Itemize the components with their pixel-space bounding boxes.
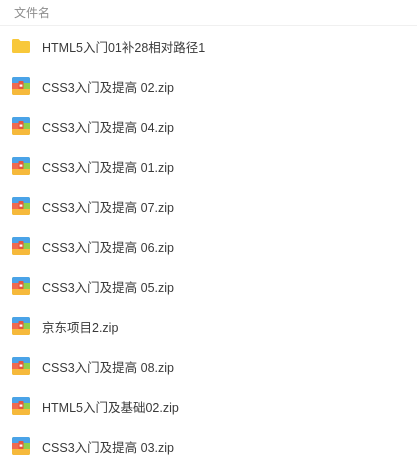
file-name: HTML5入门01补28相对路径1 (42, 40, 206, 55)
column-header-name[interactable]: 文件名 (0, 0, 417, 26)
file-row[interactable]: CSS3入门及提高 02.zip (0, 66, 417, 106)
file-name: CSS3入门及提高 01.zip (42, 160, 174, 175)
folder-icon (11, 36, 31, 56)
zip-archive-icon (11, 196, 31, 216)
zip-archive-icon (11, 356, 31, 376)
file-row[interactable]: CSS3入门及提高 05.zip (0, 266, 417, 306)
file-row[interactable]: CSS3入门及提高 08.zip (0, 346, 417, 386)
zip-archive-icon (11, 76, 31, 96)
zip-archive-icon (11, 316, 31, 336)
zip-archive-icon (11, 436, 31, 456)
zip-archive-icon (11, 276, 31, 296)
file-row[interactable]: CSS3入门及提高 03.zip (0, 426, 417, 466)
file-name: HTML5入门及基础02.zip (42, 400, 179, 415)
zip-archive-icon (11, 396, 31, 416)
zip-archive-icon (11, 156, 31, 176)
file-name: CSS3入门及提高 05.zip (42, 280, 174, 295)
column-header-label: 文件名 (14, 6, 51, 20)
zip-archive-icon (11, 116, 31, 136)
file-name: CSS3入门及提高 02.zip (42, 80, 174, 95)
file-row[interactable]: CSS3入门及提高 04.zip (0, 106, 417, 146)
file-list: 文件名 HTML5入门01补28相对路径1 CSS3入门及提高 02.zip C… (0, 0, 417, 471)
file-name: CSS3入门及提高 07.zip (42, 200, 174, 215)
file-name: CSS3入门及提高 06.zip (42, 240, 174, 255)
file-row[interactable]: HTML5入门及基础02.zip (0, 386, 417, 426)
file-name: CSS3入门及提高 03.zip (42, 440, 174, 455)
file-name: 京东项目2.zip (42, 320, 119, 335)
file-row[interactable]: HTML5入门01补28相对路径1 (0, 26, 417, 66)
file-row[interactable]: CSS3入门及提高 07.zip (0, 186, 417, 226)
file-rows: HTML5入门01补28相对路径1 CSS3入门及提高 02.zip CSS3入… (0, 26, 417, 466)
zip-archive-icon (11, 236, 31, 256)
file-row[interactable]: CSS3入门及提高 01.zip (0, 146, 417, 186)
file-name: CSS3入门及提高 04.zip (42, 120, 174, 135)
file-row[interactable]: 京东项目2.zip (0, 306, 417, 346)
file-row[interactable]: CSS3入门及提高 06.zip (0, 226, 417, 266)
file-name: CSS3入门及提高 08.zip (42, 360, 174, 375)
